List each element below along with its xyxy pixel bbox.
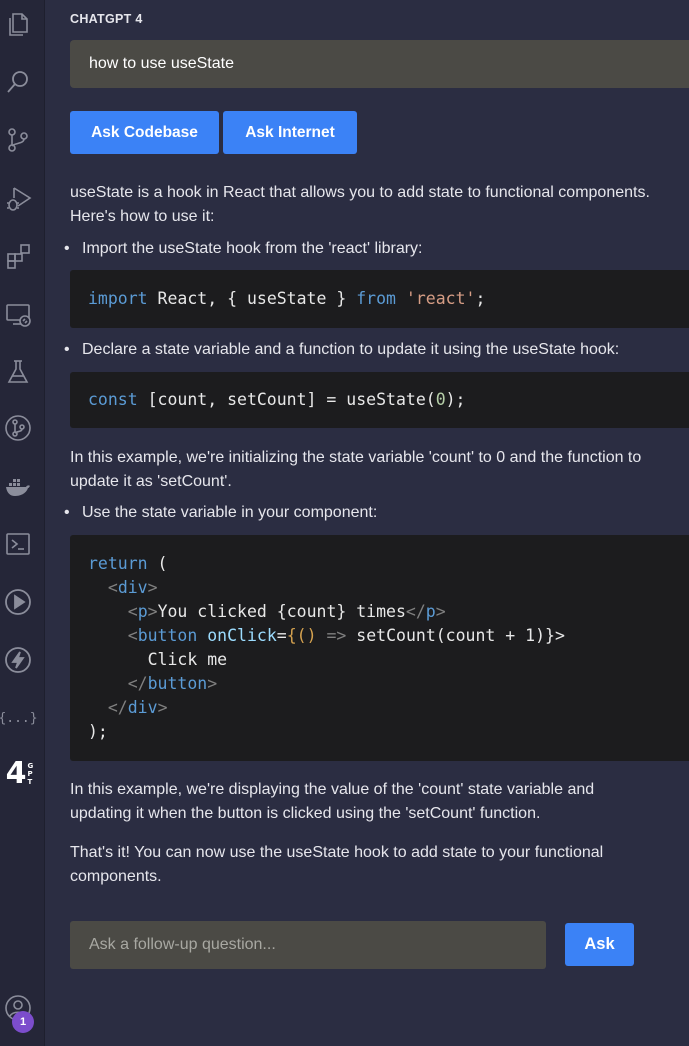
bullet-import: Import the useState hook from the 'react…	[64, 237, 422, 261]
code-token: You clicked {count} times	[157, 602, 406, 621]
code-token: <	[107, 578, 118, 597]
code-token: import	[88, 289, 148, 308]
code-line: );	[88, 720, 689, 744]
json-braces-icon[interactable]: {...}	[0, 702, 38, 734]
code-token: div	[117, 578, 148, 597]
ask-internet-button[interactable]: Ask Internet	[223, 111, 357, 154]
code-line: </div>	[88, 696, 689, 720]
account-badge: 1	[12, 1011, 34, 1033]
code-token: p	[137, 602, 148, 621]
code-token: onClick	[207, 626, 277, 645]
docker-icon[interactable]	[2, 470, 34, 502]
git-graph-icon[interactable]	[2, 412, 34, 444]
code-token: ;	[475, 289, 486, 308]
example1-line2: update it as 'setCount'.	[70, 473, 232, 490]
code-token: from	[356, 289, 396, 308]
code-token: </	[127, 674, 148, 693]
remote-explorer-icon[interactable]	[2, 298, 34, 330]
bullet-use: Use the state variable in your component…	[64, 501, 377, 525]
code-token: ()	[296, 626, 317, 645]
code-block-declare: const [count, setCount] = useState(0);	[70, 372, 689, 428]
example2-line2: updating it when the button is clicked u…	[70, 805, 541, 822]
code-token: const	[88, 390, 138, 409]
code-token: <	[127, 602, 138, 621]
terminal-icon[interactable]	[2, 528, 34, 560]
chatgpt4-icon[interactable]: 4 GPT	[2, 758, 38, 790]
followup-input[interactable]	[70, 921, 546, 969]
outro-line2: components.	[70, 868, 162, 885]
code-token: div	[127, 698, 158, 717]
code-token: button	[147, 674, 208, 693]
query-display[interactable]: how to use useState	[70, 40, 689, 88]
code-line: <button onClick={() => setCount(count + …	[88, 624, 689, 648]
example1-line1: In this example, we're initializing the …	[70, 449, 642, 466]
code-token: button	[137, 626, 198, 645]
answer-intro-line2: Here's how to use it:	[70, 208, 215, 225]
query-text: how to use useState	[89, 55, 234, 72]
code-token: >	[147, 602, 158, 621]
code-token: >	[435, 602, 446, 621]
code-token: p	[425, 602, 436, 621]
code-line: </button>	[88, 672, 689, 696]
run-debug-icon[interactable]	[2, 182, 34, 214]
ask-button[interactable]: Ask	[565, 923, 634, 966]
explorer-icon[interactable]	[2, 8, 34, 40]
code-token: return	[88, 554, 148, 573]
code-line: Click me	[88, 648, 689, 672]
code-token: >	[157, 698, 168, 717]
source-control-icon[interactable]	[2, 124, 34, 156]
code-token: >	[147, 578, 158, 597]
activity-bar: {...} 4 GPT 1	[0, 0, 45, 1046]
search-icon[interactable]	[2, 66, 34, 98]
answer-intro-line1: useState is a hook in React that allows …	[70, 184, 650, 201]
code-block-import: import React, { useState } from 'react';	[70, 270, 689, 328]
code-token: </	[107, 698, 128, 717]
extensions-icon[interactable]	[2, 240, 34, 272]
code-token: =	[276, 626, 287, 645]
code-token: setCount(count + 1)}>	[346, 626, 565, 645]
code-line: return (	[88, 552, 689, 576]
testing-icon[interactable]	[2, 356, 34, 388]
play-icon[interactable]	[2, 586, 34, 618]
gpt-logo-number: 4	[5, 756, 27, 791]
code-token: React, { useState }	[147, 289, 357, 308]
code-token: Click me	[88, 650, 228, 669]
ask-codebase-button[interactable]: Ask Codebase	[70, 111, 219, 154]
chatgpt-panel: CHATGPT 4 how to use useState Ask Codeba…	[45, 0, 689, 1046]
json-braces-icon-text: {...}	[0, 710, 38, 726]
code-token: );	[88, 722, 108, 741]
gpt-logo-letters: GPT	[27, 762, 34, 786]
panel-title: CHATGPT 4	[70, 12, 143, 26]
outro-line1: That's it! You can now use the useState …	[70, 844, 604, 861]
bullet-declare: Declare a state variable and a function …	[64, 338, 619, 362]
code-token: [count, setCount] = useState(	[137, 390, 436, 409]
code-line: <div>	[88, 576, 689, 600]
code-token: </	[405, 602, 426, 621]
example2-line1: In this example, we're displaying the va…	[70, 781, 595, 798]
code-line: <p>You clicked {count} times</p>	[88, 600, 689, 624]
code-token: >	[207, 674, 218, 693]
code-token: =>	[316, 626, 347, 645]
code-token: 0	[435, 390, 446, 409]
code-token: 'react'	[405, 289, 476, 308]
code-token: );	[445, 390, 466, 409]
code-token: <	[127, 626, 138, 645]
code-token: (	[147, 554, 168, 573]
code-block-jsx: return ( <div> <p>You clicked {count} ti…	[70, 535, 689, 761]
code-token: {	[286, 626, 297, 645]
thunder-icon[interactable]	[2, 644, 34, 676]
